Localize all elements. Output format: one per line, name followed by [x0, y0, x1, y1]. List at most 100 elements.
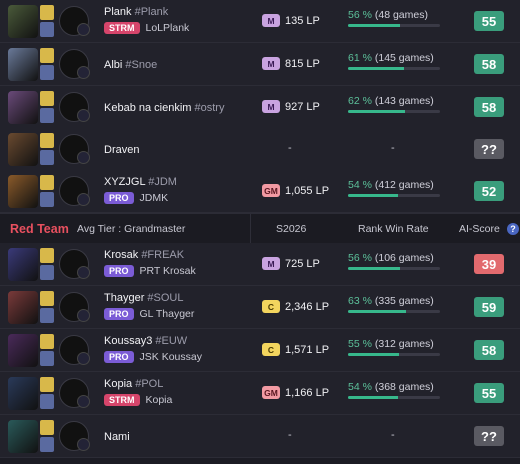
player-alias: Kopia [145, 394, 173, 406]
win-rate-bar-fill [348, 353, 399, 356]
summoner-spells [40, 5, 54, 38]
keystone-rune-icon [59, 378, 90, 408]
ai-score-badge[interactable]: 59 [474, 297, 504, 317]
ai-score-column-header[interactable]: AI-Score [459, 223, 500, 235]
flash-spell-icon [40, 334, 54, 349]
player-subline: PRO JDMK [104, 192, 168, 204]
keystone-rune-icon [59, 6, 90, 36]
secondary-spell-icon [40, 150, 54, 165]
rank-tier: M 725 LP [262, 257, 320, 270]
rank-win-rate: 54 % (412 games) [348, 179, 440, 197]
player-name[interactable]: Kopia #POL [104, 378, 163, 390]
ai-score-badge[interactable]: 39 [474, 254, 504, 274]
rank-tier: M 815 LP [262, 57, 320, 70]
summoner-spells [40, 91, 54, 124]
league-points: 2,346 LP [285, 300, 330, 313]
champion-portrait[interactable] [8, 5, 38, 38]
player-badge: PRO [104, 192, 134, 204]
help-icon[interactable]: ? [507, 223, 519, 235]
win-rate-bar [348, 353, 440, 356]
tier-icon: M [262, 257, 280, 270]
ai-score-badge[interactable]: 58 [474, 54, 504, 74]
player-name[interactable]: Albi #Snoe [104, 59, 157, 71]
rank-tier: M 927 LP [262, 100, 320, 113]
player-badge: STRM [104, 22, 140, 34]
player-name[interactable]: Plank #Plank [104, 6, 168, 18]
player-row[interactable]: Plank #Plank STRM LoLPlank M 135 LP 56 % (48 … [0, 0, 520, 43]
player-name[interactable]: Thayger #SOUL [104, 292, 184, 304]
win-rate-bar [348, 267, 440, 270]
ai-score-badge[interactable]: ?? [474, 426, 504, 446]
tier-icon: M [262, 14, 280, 27]
player-name[interactable]: Draven [104, 144, 139, 156]
games-count: (312 games) [374, 338, 434, 350]
red-team-header: Red Team Avg Tier : Grandmaster S2026 Ra… [0, 213, 520, 244]
player-name[interactable]: XYZJGL #JDM [104, 176, 177, 188]
win-rate-bar [348, 24, 440, 27]
player-alias: JDMK [139, 192, 169, 204]
champion-portrait[interactable] [8, 48, 38, 81]
player-name[interactable]: Kebab na cienkim #ostry [104, 102, 224, 114]
win-rate-bar-fill [348, 24, 400, 27]
champion-portrait[interactable] [8, 175, 38, 208]
winrate-column-header[interactable]: Rank Win Rate [358, 223, 429, 235]
ai-score-badge[interactable]: 58 [474, 340, 504, 360]
win-rate-percent: 54 % [348, 179, 372, 191]
champion-portrait[interactable] [8, 91, 38, 124]
tier-icon: GM [262, 184, 280, 197]
player-row[interactable]: Kebab na cienkim #ostry M 927 LP 62 % (143 … [0, 86, 520, 129]
tier-icon: M [262, 100, 280, 113]
flash-spell-icon [40, 248, 54, 263]
secondary-spell-icon [40, 65, 54, 80]
player-row[interactable]: Nami - -?? [0, 415, 520, 458]
champion-portrait[interactable] [8, 377, 38, 410]
games-count: (145 games) [374, 52, 434, 64]
games-count: (412 games) [374, 179, 434, 191]
secondary-spell-icon [40, 192, 54, 207]
secondary-spell-icon [40, 308, 54, 323]
player-gamename: Nami [104, 431, 130, 443]
league-points: - [288, 429, 292, 441]
champion-portrait[interactable] [8, 248, 38, 281]
champion-portrait[interactable] [8, 334, 38, 367]
win-rate-bar-fill [348, 267, 400, 270]
player-row[interactable]: Draven - -?? [0, 128, 520, 171]
secondary-spell-icon [40, 265, 54, 280]
player-row[interactable]: Thayger #SOUL PRO GL Thayger C 2,346 LP 63 % … [0, 286, 520, 329]
player-subline: PRO GL Thayger [104, 308, 194, 320]
player-badge: PRO [104, 351, 134, 363]
secondary-spell-icon [40, 437, 54, 452]
player-row[interactable]: Kopia #POL STRM Kopia GM 1,166 LP 54 % (368 g… [0, 372, 520, 415]
player-row[interactable]: Krosak #FREAK PRO PRT Krosak M 725 LP 56 % (1… [0, 243, 520, 286]
ai-score-badge[interactable]: 55 [474, 11, 504, 31]
champion-portrait[interactable] [8, 420, 38, 453]
tier-icon: M [262, 57, 280, 70]
player-name[interactable]: Koussay3 #EUW [104, 335, 187, 347]
player-row[interactable]: Koussay3 #EUW PRO JSK Koussay C 1,571 LP 55 %… [0, 329, 520, 372]
win-rate-percent: 56 % [348, 9, 372, 21]
player-subline: PRO PRT Krosak [104, 265, 196, 277]
games-count: (48 games) [374, 9, 428, 21]
ai-score-badge[interactable]: ?? [474, 139, 504, 159]
keystone-rune-icon [59, 421, 90, 451]
champion-portrait[interactable] [8, 291, 38, 324]
summoner-spells [40, 48, 54, 81]
ai-score-badge[interactable]: 58 [474, 97, 504, 117]
ai-score-badge[interactable]: 52 [474, 181, 504, 201]
season-column-header[interactable]: S2026 [276, 223, 306, 235]
player-row[interactable]: XYZJGL #JDM PRO JDMK GM 1,055 LP 54 % (412 ga… [0, 170, 520, 213]
win-rate-percent: 62 % [348, 95, 372, 107]
secondary-spell-icon [40, 394, 54, 409]
champion-portrait[interactable] [8, 133, 38, 166]
summoner-spells [40, 377, 54, 410]
summoner-spells [40, 248, 54, 281]
win-rate-bar-fill [348, 67, 405, 70]
player-name[interactable]: Krosak #FREAK [104, 249, 184, 261]
ai-score-badge[interactable]: 55 [474, 383, 504, 403]
win-rate-percent: 55 % [348, 338, 372, 350]
player-row[interactable]: Albi #Snoe M 815 LP 61 % (145 games) 58 [0, 43, 520, 86]
flash-spell-icon [40, 175, 54, 190]
summoner-spells [40, 133, 54, 166]
player-name[interactable]: Nami [104, 431, 130, 443]
league-points: 1,055 LP [285, 184, 330, 197]
